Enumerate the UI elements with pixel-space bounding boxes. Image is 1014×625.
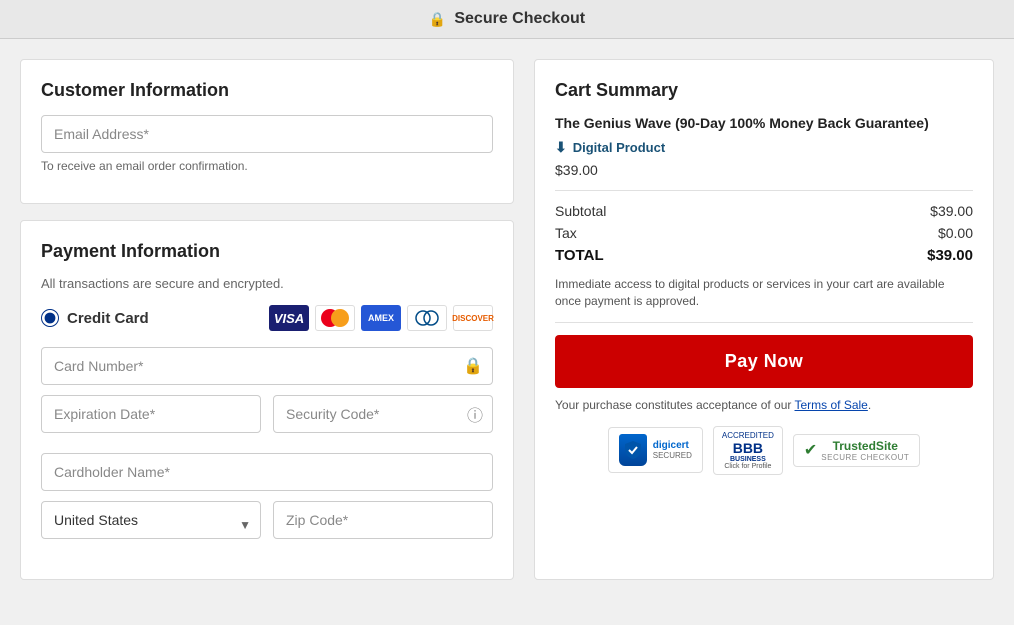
- customer-info-card: Customer Information To receive an email…: [20, 59, 514, 204]
- bbb-accredited-label: ACCREDITED: [722, 431, 774, 440]
- mc-orange-circle: [331, 309, 349, 327]
- payment-info-title: Payment Information: [41, 241, 493, 262]
- terms-suffix: .: [868, 398, 871, 412]
- country-select[interactable]: United States Canada United Kingdom: [41, 501, 261, 539]
- trustedsite-badge: ✔ TrustedSite SECURE CHECKOUT: [793, 434, 920, 467]
- payment-method-row: Credit Card VISA AMEX: [41, 305, 493, 331]
- download-icon: ⬇: [555, 139, 567, 156]
- credit-card-label[interactable]: Credit Card: [41, 309, 149, 327]
- zip-code-input[interactable]: [273, 501, 493, 539]
- digicert-secured-label: digicert: [653, 440, 692, 451]
- left-panel: Customer Information To receive an email…: [20, 59, 514, 580]
- payment-info-card: Payment Information All transactions are…: [20, 220, 514, 580]
- cart-summary-panel: Cart Summary The Genius Wave (90-Day 100…: [534, 59, 994, 580]
- total-row: TOTAL $39.00: [555, 247, 973, 264]
- digicert-text: digicert SECURED: [653, 440, 692, 460]
- expiration-input[interactable]: [41, 395, 261, 433]
- terms-prefix: Your purchase constitutes acceptance of …: [555, 398, 795, 412]
- security-code-group: ⓘ: [273, 395, 493, 433]
- subtotal-value: $39.00: [930, 203, 973, 219]
- product-price: $39.00: [555, 162, 973, 178]
- customer-info-title: Customer Information: [41, 80, 493, 101]
- security-info-icon[interactable]: ⓘ: [467, 402, 483, 426]
- bbb-click-label: Click for Profile: [724, 463, 771, 470]
- email-input[interactable]: [41, 115, 493, 153]
- header-title: Secure Checkout: [454, 10, 585, 28]
- digital-product-badge: ⬇ Digital Product: [555, 139, 973, 156]
- subtotal-row: Subtotal $39.00: [555, 203, 973, 219]
- trusted-text-block: TrustedSite SECURE CHECKOUT: [821, 439, 909, 462]
- divider-1: [555, 190, 973, 191]
- total-label: TOTAL: [555, 247, 604, 264]
- mastercard-icon: [315, 305, 355, 331]
- product-name: The Genius Wave (90-Day 100% Money Back …: [555, 115, 973, 131]
- cardholder-name-input[interactable]: [41, 453, 493, 491]
- digital-product-label: Digital Product: [573, 140, 665, 155]
- expiration-group: [41, 395, 261, 433]
- discover-text: DISCOVER: [452, 314, 494, 323]
- card-number-group: 🔒: [41, 347, 493, 385]
- lock-icon: 🔒: [429, 11, 446, 28]
- total-value: $39.00: [927, 247, 973, 264]
- cardholder-group: [41, 453, 493, 491]
- amex-icon: AMEX: [361, 305, 401, 331]
- card-number-input[interactable]: [41, 347, 493, 385]
- card-icons: VISA AMEX: [269, 305, 493, 331]
- trusted-title: TrustedSite: [821, 439, 909, 453]
- digicert-sub: SECURED: [653, 451, 692, 460]
- trust-badges: digicert SECURED ACCREDITED BBB BUSINESS…: [555, 426, 973, 475]
- trusted-sub: SECURE CHECKOUT: [821, 453, 909, 462]
- tax-label: Tax: [555, 225, 577, 241]
- cart-title: Cart Summary: [555, 80, 973, 101]
- bbb-letters: BBB: [733, 440, 763, 456]
- subtotal-label: Subtotal: [555, 203, 606, 219]
- card-lock-icon: 🔒: [463, 356, 483, 376]
- trusted-checkmark-icon: ✔: [804, 440, 817, 460]
- zip-group: [273, 501, 493, 539]
- security-code-input[interactable]: [273, 395, 493, 433]
- terms-text: Your purchase constitutes acceptance of …: [555, 398, 973, 412]
- digicert-badge: digicert SECURED: [608, 427, 703, 473]
- tax-value: $0.00: [938, 225, 973, 241]
- visa-icon: VISA: [269, 305, 309, 331]
- country-zip-row: United States Canada United Kingdom ▼: [41, 501, 493, 549]
- email-helper-text: To receive an email order confirmation.: [41, 159, 493, 173]
- discover-icon: DISCOVER: [453, 305, 493, 331]
- diners-svg: [415, 309, 439, 327]
- terms-of-sale-link[interactable]: Terms of Sale: [795, 398, 868, 412]
- main-wrapper: Customer Information To receive an email…: [0, 39, 1014, 600]
- digicert-svg: [625, 441, 641, 459]
- divider-2: [555, 322, 973, 323]
- diners-icon: [407, 305, 447, 331]
- pay-now-button[interactable]: Pay Now: [555, 335, 973, 388]
- country-wrapper: United States Canada United Kingdom ▼: [41, 501, 261, 549]
- access-text: Immediate access to digital products or …: [555, 276, 973, 310]
- bbb-badge: ACCREDITED BBB BUSINESS Click for Profil…: [713, 426, 783, 475]
- exp-security-row: ⓘ: [41, 395, 493, 443]
- tax-row: Tax $0.00: [555, 225, 973, 241]
- bbb-business-label: BUSINESS: [730, 456, 766, 463]
- header: 🔒 Secure Checkout: [0, 0, 1014, 39]
- digicert-shield-icon: [619, 434, 647, 466]
- credit-card-text: Credit Card: [67, 310, 149, 327]
- credit-card-radio[interactable]: [41, 309, 59, 327]
- email-group: To receive an email order confirmation.: [41, 115, 493, 173]
- payment-subtitle: All transactions are secure and encrypte…: [41, 276, 493, 291]
- bbb-logo: ACCREDITED BBB BUSINESS Click for Profil…: [722, 431, 774, 470]
- trusted-inner: ✔ TrustedSite SECURE CHECKOUT: [804, 439, 909, 462]
